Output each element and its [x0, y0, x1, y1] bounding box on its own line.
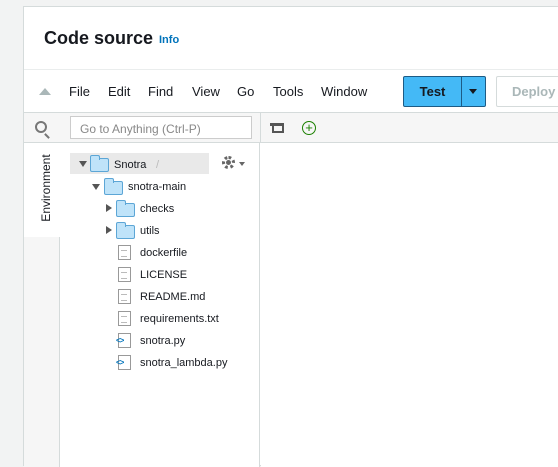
- file-list-icon[interactable]: [270, 123, 284, 133]
- toolbar-divider: [260, 113, 261, 143]
- tree-item-label: dockerfile: [140, 247, 188, 259]
- deploy-button[interactable]: Deploy: [496, 76, 558, 107]
- file-tree: Snotra / snotra-main checks utils docker…: [60, 143, 260, 467]
- collapse-arrow-icon[interactable]: [106, 226, 112, 234]
- file-icon: [118, 245, 131, 260]
- menu-go[interactable]: Go: [237, 84, 254, 99]
- side-rail: Environment: [24, 143, 60, 467]
- root-separator: /: [156, 159, 160, 171]
- tree-item-label: checks: [140, 203, 175, 215]
- collapse-arrow-icon[interactable]: [106, 204, 112, 212]
- folder-icon: [116, 222, 135, 239]
- menu-find[interactable]: Find: [148, 84, 173, 99]
- tab-environment[interactable]: Environment: [24, 143, 60, 237]
- gear-icon[interactable]: [222, 156, 235, 169]
- tree-item-label: README.md: [140, 291, 206, 303]
- expand-arrow-icon[interactable]: [79, 161, 87, 167]
- folder-icon: [104, 178, 123, 195]
- code-source-panel: Code source Info File Edit Find View Go …: [23, 6, 558, 467]
- file-icon: [118, 289, 131, 304]
- info-link[interactable]: Info: [159, 34, 179, 46]
- tree-item-label: LICENSE: [140, 269, 188, 281]
- menu-tools[interactable]: Tools: [273, 84, 303, 99]
- search-input[interactable]: Go to Anything (Ctrl-P): [70, 116, 252, 139]
- chevron-down-icon[interactable]: [469, 89, 477, 94]
- file-icon: [118, 311, 131, 326]
- tree-item-label: snotra-main: [128, 181, 187, 193]
- python-file-icon: [116, 333, 131, 348]
- environment-tab-label: Environment: [39, 154, 53, 222]
- secondary-toolbar: Go to Anything (Ctrl-P) +: [24, 112, 558, 143]
- menu-bar: File Edit Find View Go Tools Window Test…: [24, 69, 558, 112]
- tree-item-label: requirements.txt: [140, 313, 219, 325]
- editor-area[interactable]: [261, 143, 558, 467]
- folder-icon: [90, 155, 109, 172]
- tree-item-label: utils: [140, 225, 160, 237]
- file-icon: [118, 267, 131, 282]
- python-file-icon: [116, 355, 131, 370]
- folder-icon: [116, 200, 135, 217]
- plus-circle-icon[interactable]: +: [302, 121, 316, 135]
- tree-item-label: snotra.py: [140, 335, 186, 347]
- test-split-button: Test: [403, 76, 486, 107]
- page-title: Code source: [44, 28, 154, 48]
- test-button[interactable]: Test: [404, 77, 462, 106]
- tree-root-label: Snotra: [114, 159, 147, 171]
- menu-view[interactable]: View: [192, 84, 220, 99]
- collapse-up-icon[interactable]: [39, 88, 51, 95]
- menu-file[interactable]: File: [69, 84, 90, 99]
- expand-arrow-icon[interactable]: [92, 184, 100, 190]
- search-icon: [35, 121, 47, 133]
- menu-edit[interactable]: Edit: [108, 84, 130, 99]
- menu-window[interactable]: Window: [321, 84, 367, 99]
- chevron-down-icon[interactable]: [239, 162, 245, 166]
- tree-item-label: snotra_lambda.py: [140, 357, 228, 369]
